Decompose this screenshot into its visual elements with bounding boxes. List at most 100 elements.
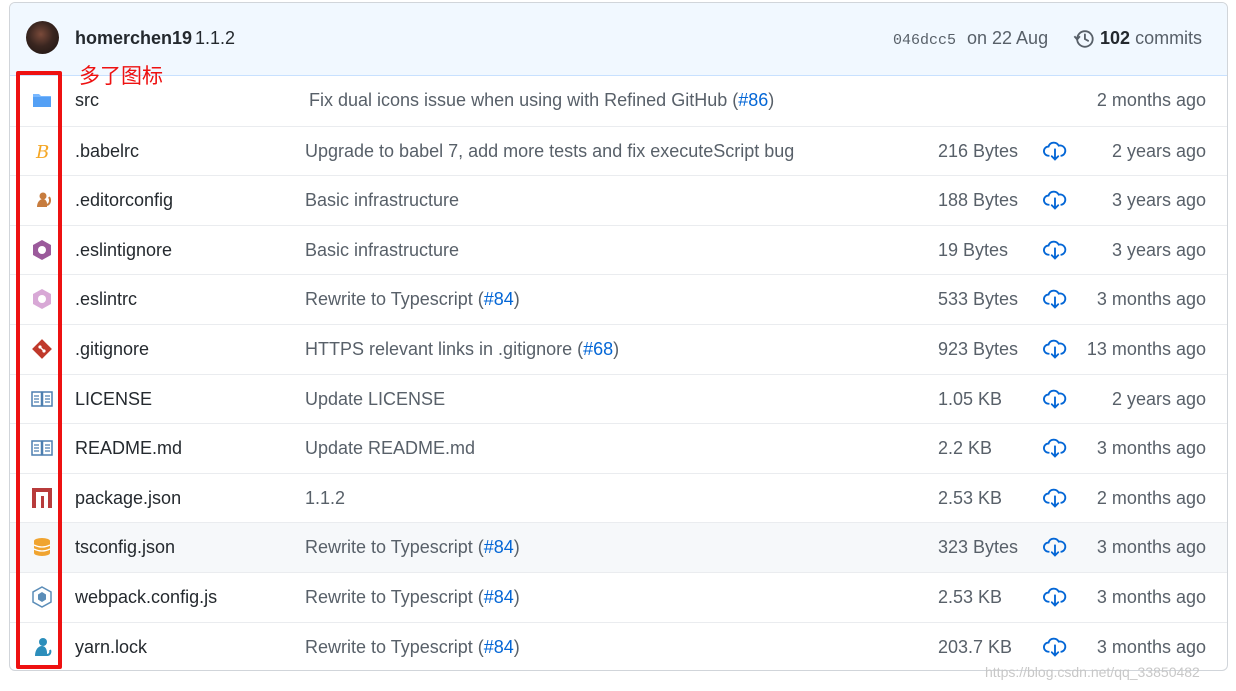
commits-label: commits: [1135, 28, 1203, 48]
commits-link[interactable]: 102 commits: [1100, 28, 1202, 49]
file-row[interactable]: README.md Update README.md 2.2 KB 3 months …: [10, 423, 1227, 473]
file-list: src Fix dual icons issue when using with …: [10, 76, 1227, 670]
commit-message-text: Rewrite to Typescript (: [305, 636, 484, 657]
commit-message-text: 1.1.2: [305, 487, 346, 508]
commit-message-suffix: ): [513, 586, 520, 607]
file-name-link[interactable]: package.json: [75, 488, 181, 509]
file-row[interactable]: .eslintignore Basic infrastructure 19 Byte…: [10, 224, 1227, 275]
commit-message-suffix: ): [613, 338, 620, 359]
file-size: 2.2 KB: [938, 438, 993, 459]
file-name-link[interactable]: .babelrc: [75, 141, 139, 162]
download-icon[interactable]: [1043, 637, 1067, 659]
file-row[interactable]: src Fix dual icons issue when using with …: [10, 76, 1227, 126]
file-row[interactable]: tsconfig.json Rewrite to Typescript (#84)…: [10, 522, 1227, 572]
commit-message-link[interactable]: HTTPS relevant links in .gitignore (#68): [305, 339, 619, 360]
download-icon[interactable]: [1043, 488, 1067, 510]
file-row[interactable]: .eslintrc Rewrite to Typescript (#84) 533 …: [10, 274, 1227, 324]
commit-author[interactable]: homerchen19: [75, 28, 192, 49]
commit-age: 2 months ago: [1096, 487, 1206, 508]
commit-message[interactable]: 1.1.2: [195, 28, 235, 49]
commit-message-link[interactable]: Rewrite to Typescript (#84): [305, 289, 520, 310]
download-icon[interactable]: [1043, 289, 1067, 311]
download-icon[interactable]: [1043, 438, 1067, 460]
history-icon[interactable]: [1073, 28, 1095, 50]
download-icon[interactable]: [1043, 141, 1067, 163]
file-size: 1.05 KB: [938, 388, 1003, 409]
commit-message-text: Update README.md: [305, 438, 476, 459]
commit-message-link[interactable]: Basic infrastructure: [305, 240, 459, 261]
file-size: 533 Bytes: [938, 289, 1019, 310]
file-name-link[interactable]: LICENSE: [75, 389, 152, 410]
file-name-link[interactable]: .eslintignore: [75, 240, 172, 261]
pull-request-link[interactable]: #68: [583, 339, 613, 359]
commit-message-link[interactable]: Fix dual icons issue when using with Ref…: [309, 90, 774, 111]
commit-age: 3 months ago: [1096, 586, 1206, 607]
file-name-link[interactable]: webpack.config.js: [75, 587, 217, 608]
commit-message-text: HTTPS relevant links in .gitignore (: [305, 338, 584, 359]
download-icon[interactable]: [1043, 339, 1067, 361]
pull-request-link[interactable]: #84: [484, 637, 514, 657]
file-size: 2.53 KB: [938, 586, 1003, 607]
commit-message-link[interactable]: Rewrite to Typescript (#84): [305, 637, 520, 658]
file-size: 216 Bytes: [938, 140, 1019, 161]
commit-count: 102: [1100, 28, 1131, 48]
commit-age: 3 months ago: [1096, 289, 1206, 310]
commit-message-suffix: ): [513, 636, 520, 657]
file-name-link[interactable]: .eslintrc: [75, 289, 137, 310]
commit-message-text: Fix dual icons issue when using with Ref…: [309, 90, 739, 110]
download-icon[interactable]: [1043, 587, 1067, 609]
commit-message-text: Rewrite to Typescript (: [305, 537, 484, 558]
download-icon[interactable]: [1043, 537, 1067, 559]
file-name-link[interactable]: tsconfig.json: [75, 537, 175, 558]
latest-commit-header: homerchen19 1.1.2 046dcc5 on 22 Aug 102 …: [10, 3, 1227, 76]
file-browser: homerchen19 1.1.2 046dcc5 on 22 Aug 102 …: [9, 2, 1228, 671]
file-size: 923 Bytes: [938, 338, 1019, 359]
commit-message-link[interactable]: Basic infrastructure: [305, 190, 459, 211]
file-size: 188 Bytes: [938, 190, 1019, 211]
pull-request-link[interactable]: #84: [484, 289, 514, 309]
commit-age: 3 months ago: [1096, 537, 1206, 558]
commit-message-text: Basic infrastructure: [305, 190, 460, 211]
avatar[interactable]: [26, 21, 59, 54]
commit-message-link[interactable]: 1.1.2: [305, 488, 345, 509]
pull-request-link[interactable]: #84: [484, 537, 514, 557]
commit-message-link[interactable]: Rewrite to Typescript (#84): [305, 537, 520, 558]
pull-request-link[interactable]: #86: [738, 90, 768, 110]
download-icon[interactable]: [1043, 240, 1067, 262]
file-row[interactable]: package.json 1.1.2 2.53 KB 2 months ago: [10, 472, 1227, 523]
annotation-highlight-box: [16, 71, 62, 669]
commit-message-link[interactable]: Upgrade to babel 7, add more tests and f…: [305, 141, 794, 162]
file-name-link[interactable]: .editorconfig: [75, 190, 173, 211]
file-row[interactable]: LICENSE Update LICENSE 1.05 KB 2 years ago: [10, 373, 1227, 424]
watermark: https://blog.csdn.net/qq_33850482: [985, 664, 1200, 680]
commit-message-link[interactable]: Update LICENSE: [305, 389, 445, 410]
commit-sha[interactable]: 046dcc5: [893, 32, 956, 49]
commit-age: 2 years ago: [1111, 388, 1206, 409]
file-row[interactable]: .editorconfig Basic infrastructure 188 Byt…: [10, 175, 1227, 225]
commit-age: 3 months ago: [1096, 636, 1206, 657]
file-name-link[interactable]: README.md: [75, 438, 182, 459]
file-row[interactable]: webpack.config.js Rewrite to Typescript (…: [10, 571, 1227, 622]
commit-message-link[interactable]: Update README.md: [305, 438, 475, 459]
download-icon[interactable]: [1043, 190, 1067, 212]
commit-message-text: Upgrade to babel 7, add more tests and f…: [305, 140, 795, 161]
commit-message-text: Basic infrastructure: [305, 239, 460, 260]
commit-age: 13 months ago: [1086, 338, 1206, 359]
file-name-link[interactable]: .gitignore: [75, 339, 149, 360]
file-size: 2.53 KB: [938, 487, 1003, 508]
file-name-link[interactable]: src: [75, 90, 99, 111]
file-row[interactable]: B .babelrc Upgrade to babel 7, add more te…: [10, 125, 1227, 176]
commit-date: on 22 Aug: [967, 28, 1049, 48]
commit-message-suffix: ): [768, 90, 775, 110]
commit-message-suffix: ): [513, 289, 520, 310]
commit-message-link[interactable]: Rewrite to Typescript (#84): [305, 587, 520, 608]
commit-age: 3 years ago: [1111, 190, 1206, 211]
pull-request-link[interactable]: #84: [484, 587, 514, 607]
download-icon[interactable]: [1043, 389, 1067, 411]
file-size: 19 Bytes: [938, 239, 1009, 260]
commit-age: 3 months ago: [1096, 438, 1206, 459]
commit-message-text: Update LICENSE: [305, 388, 446, 409]
commit-message-suffix: ): [513, 537, 520, 558]
file-row[interactable]: .gitignore HTTPS relevant links in .gitig…: [10, 323, 1227, 374]
file-name-link[interactable]: yarn.lock: [75, 637, 147, 658]
